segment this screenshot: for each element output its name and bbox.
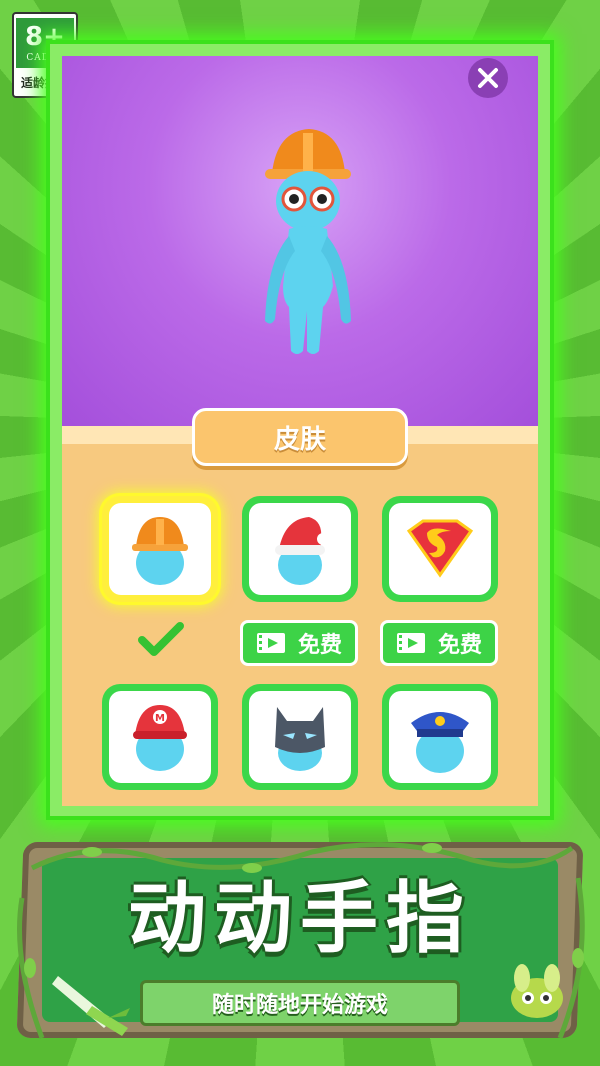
video-ad-icon [396, 633, 425, 653]
video-ad-icon [256, 633, 285, 653]
close-icon [478, 68, 498, 88]
superman-logo-icon [406, 519, 474, 578]
batman-mask-icon [275, 707, 325, 771]
skin-slot-superman[interactable] [382, 496, 498, 602]
mario-cap-icon: M [133, 705, 187, 771]
free-button-label: 免费 [437, 633, 482, 658]
tab-skin-label: 皮肤 [273, 424, 326, 455]
banner-subtitle-ribbon: 随时随地开始游戏 [140, 980, 460, 1026]
police-cap-icon [411, 712, 469, 773]
skin-panel: 皮肤 免费 免费 M [62, 56, 538, 806]
hard-hat-icon [132, 517, 188, 585]
skin-slot-mario-cap[interactable]: M [102, 684, 218, 790]
free-button-santa-hat[interactable]: 免费 [240, 620, 358, 666]
santa-hat-icon [275, 517, 329, 585]
character-model [265, 129, 351, 354]
skin-slot-batman-mask[interactable] [242, 684, 358, 790]
free-button-superman[interactable]: 免费 [380, 620, 498, 666]
skin-slot-police-cap[interactable] [382, 684, 498, 790]
svg-text:M: M [155, 713, 165, 724]
selected-check-icon [138, 622, 184, 656]
close-button[interactable] [468, 58, 508, 98]
tab-skin[interactable]: 皮肤 [192, 408, 408, 466]
skin-slot-santa-hat[interactable] [242, 496, 358, 602]
banner-title: 动动手指 [127, 874, 472, 964]
leek-icon [52, 976, 130, 1036]
free-button-label: 免费 [297, 633, 342, 658]
banner-subtitle: 随时随地开始游戏 [211, 993, 388, 1018]
skin-slot-hard-hat[interactable] [102, 496, 218, 602]
